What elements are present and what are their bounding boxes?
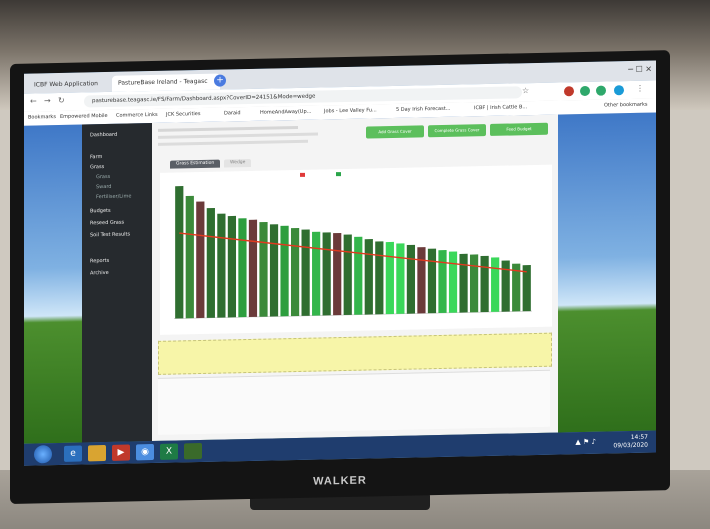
header-text xyxy=(158,139,308,146)
bookmark[interactable]: Other bookmarks xyxy=(604,102,647,109)
chart-bar xyxy=(406,244,416,314)
chart-bar xyxy=(259,221,268,317)
chart-bar xyxy=(248,219,258,317)
bookmark[interactable]: Daraid xyxy=(224,110,241,116)
sidebar-subitem[interactable]: Sward xyxy=(96,184,111,190)
web-page: Dashboard Farm Grass Grass Sward Fertili… xyxy=(24,112,656,444)
chart-bar xyxy=(459,253,468,313)
bookmark[interactable]: JCK Securities xyxy=(166,111,200,118)
header-text xyxy=(158,125,298,132)
chart-bar xyxy=(375,241,384,315)
internet-explorer-icon[interactable]: e xyxy=(64,445,82,462)
chart-bar xyxy=(206,207,215,318)
sidebar-item-soil[interactable]: Soil Test Results xyxy=(90,231,130,238)
reload-icon[interactable]: ↻ xyxy=(58,96,65,105)
chart-bar xyxy=(196,201,205,319)
complete-grass-cover-button[interactable]: Complete Grass Cover xyxy=(428,124,486,138)
sidebar-item-reports[interactable]: Reports xyxy=(90,258,109,264)
bookmark[interactable]: Jobs - Lee Valley Fu... xyxy=(324,107,377,114)
chart-bar xyxy=(438,250,447,314)
extension-icon[interactable] xyxy=(564,86,574,97)
monitor-brand: WALKER xyxy=(313,474,367,488)
tab-wedge[interactable]: Wedge xyxy=(224,158,252,168)
chart-bar xyxy=(290,228,300,317)
excel-icon[interactable]: X xyxy=(160,443,178,460)
chart-bar xyxy=(364,239,373,315)
chart-bar xyxy=(175,186,184,319)
feed-budget-button[interactable]: Feed Budget xyxy=(490,122,548,136)
sidebar-item-reseed[interactable]: Reseed Grass xyxy=(90,220,124,227)
x-axis xyxy=(174,310,532,319)
chart-bar xyxy=(491,257,500,312)
chart-bar xyxy=(280,225,289,317)
bookmark[interactable]: Bookmarks xyxy=(28,114,56,121)
sidebar-item-dashboard[interactable]: Dashboard xyxy=(90,132,117,139)
chrome-icon[interactable]: ◉ xyxy=(136,443,154,461)
back-icon[interactable]: ← xyxy=(30,96,37,105)
info-panel xyxy=(158,369,550,435)
chart-plot xyxy=(174,186,532,319)
chart-bar xyxy=(354,236,363,315)
sidebar-item-grass[interactable]: Grass xyxy=(90,164,104,170)
bookmark[interactable]: HomeAndAway(Up... xyxy=(260,109,311,116)
menu-icon[interactable]: ⋮ xyxy=(636,84,644,93)
chart-bar xyxy=(343,234,352,316)
chart-bar xyxy=(238,218,247,318)
bookmark[interactable]: ICBF | Irish Cattle B... xyxy=(474,104,527,111)
media-player-icon[interactable]: ▶ xyxy=(112,444,130,461)
legend-swatch xyxy=(300,172,305,177)
extension-icon[interactable] xyxy=(596,85,606,96)
chart-bar xyxy=(301,229,310,316)
monitor: ICBF Web Application PastureBase Ireland… xyxy=(10,50,670,504)
chart-bar xyxy=(312,231,321,316)
app-icon[interactable] xyxy=(184,442,202,460)
bookmark[interactable]: 5 Day Irish Forecast... xyxy=(396,106,450,113)
sidebar-subitem[interactable]: Grass xyxy=(96,174,110,180)
summary-panel xyxy=(158,332,552,375)
chart-bar xyxy=(480,255,489,313)
clock-date: 09/03/2020 xyxy=(613,441,648,450)
chart-bar xyxy=(269,224,279,317)
system-tray[interactable]: ▲ ⚑ ♪ xyxy=(575,438,596,446)
header-text xyxy=(158,132,318,139)
start-button[interactable] xyxy=(34,445,52,464)
grass-wedge-chart xyxy=(160,164,552,335)
chart-bar xyxy=(385,241,394,315)
profile-avatar[interactable] xyxy=(614,85,624,96)
extension-icon[interactable] xyxy=(580,85,590,97)
chart-bar xyxy=(448,251,458,313)
chart-bar xyxy=(333,232,342,316)
chart-bar xyxy=(469,254,479,313)
forward-icon[interactable]: → xyxy=(44,96,51,105)
add-grass-cover-button[interactable]: Add Grass Cover xyxy=(366,125,424,139)
sidebar-item-farm[interactable]: Farm xyxy=(90,154,102,160)
chart-bar xyxy=(396,243,405,314)
taskbar-clock[interactable]: 14:57 09/03/2020 xyxy=(613,434,648,451)
chart-bar xyxy=(227,215,237,318)
bookmark[interactable]: Commerce Links xyxy=(116,112,158,119)
file-explorer-icon[interactable] xyxy=(88,444,106,462)
sidebar: Dashboard Farm Grass Grass Sward Fertili… xyxy=(82,123,152,443)
main-content: Add Grass Cover Complete Grass Cover Fee… xyxy=(152,114,558,442)
chart-bar xyxy=(417,247,426,314)
tab-grass-estimation[interactable]: Grass Estimation xyxy=(170,159,221,169)
star-icon[interactable]: ☆ xyxy=(522,86,529,95)
new-tab-icon[interactable]: + xyxy=(214,74,226,87)
bookmark[interactable]: Empowered Mobile xyxy=(60,113,108,120)
screen: ICBF Web Application PastureBase Ireland… xyxy=(24,60,656,466)
sidebar-item-budgets[interactable]: Budgets xyxy=(90,208,111,214)
legend-swatch xyxy=(336,172,342,177)
chart-bar xyxy=(501,260,510,312)
sidebar-item-archive[interactable]: Archive xyxy=(90,270,109,276)
chart-bar xyxy=(217,213,226,318)
window-controls[interactable]: ─ ☐ ✕ xyxy=(628,65,652,74)
chart-bar xyxy=(427,248,437,314)
chart-bar xyxy=(322,232,331,316)
chart-bar xyxy=(185,195,194,319)
browser-tab[interactable]: ICBF Web Application xyxy=(28,76,120,94)
chart-legend xyxy=(300,171,343,177)
sidebar-subitem[interactable]: Fertiliser/Lime xyxy=(96,193,131,200)
